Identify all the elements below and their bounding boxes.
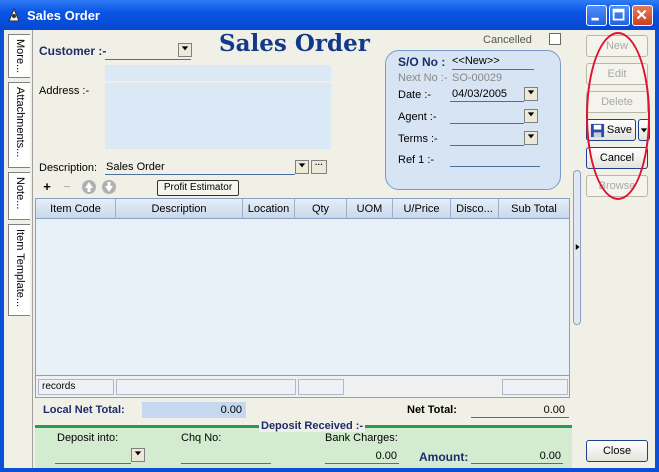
dropdown-arrow-icon — [527, 134, 535, 139]
column-header[interactable]: Item Code — [36, 199, 116, 219]
so-info-panel: S/O No : <<New>> Next No :- SO-00029 Dat… — [385, 50, 561, 190]
agent-input[interactable] — [450, 109, 524, 124]
close-icon[interactable] — [632, 5, 653, 26]
chq-no-input[interactable] — [181, 448, 271, 464]
footer-cell — [116, 379, 296, 395]
customer-label: Customer :- — [39, 44, 107, 58]
description-value: Sales Order — [106, 161, 165, 173]
date-value: 04/03/2005 — [452, 88, 508, 100]
tab-more-label: More... — [14, 39, 26, 74]
grid-header: Item Code Description Location Qty UOM U… — [36, 199, 569, 219]
main-form: Customer :- Address :- Description: Sale… — [32, 30, 576, 468]
terms-input[interactable] — [450, 131, 524, 146]
records-label: records — [38, 379, 114, 395]
tab-note[interactable]: Note... — [8, 172, 30, 220]
window-title: Sales Order — [27, 8, 100, 23]
footer-cell — [502, 379, 568, 395]
column-header[interactable]: UOM — [347, 199, 393, 219]
tab-more[interactable]: More... — [8, 34, 30, 78]
title-bar: Sales Order — [0, 0, 659, 30]
maximize-icon[interactable] — [609, 5, 630, 26]
address-label: Address :- — [39, 85, 90, 97]
dropdown-arrow-icon — [527, 112, 535, 117]
local-net-total-value: 0.00 — [142, 402, 246, 418]
column-header[interactable]: Qty — [295, 199, 347, 219]
description-input[interactable]: Sales Order — [105, 160, 295, 175]
deposit-into-label: Deposit into: — [57, 432, 119, 444]
tab-attachments[interactable]: Attachments... — [8, 82, 30, 168]
so-no-label: S/O No : — [398, 55, 446, 69]
date-input[interactable]: 04/03/2005 — [450, 87, 524, 102]
add-row-icon[interactable]: + — [39, 179, 55, 195]
column-header[interactable]: Disco... — [451, 199, 499, 219]
dropdown-arrow-icon — [527, 90, 535, 95]
agent-dropdown-button[interactable] — [524, 109, 538, 123]
terms-label: Terms :- — [398, 133, 438, 145]
tab-attachments-label: Attachments... — [14, 87, 26, 158]
bank-charges-label: Bank Charges: — [325, 432, 398, 444]
agent-label: Agent :- — [398, 111, 437, 123]
tab-note-label: Note... — [14, 177, 26, 210]
date-dropdown-button[interactable] — [524, 87, 538, 101]
grid-body[interactable] — [36, 219, 569, 375]
next-no-label: Next No :- — [398, 72, 448, 84]
next-no-value: SO-00029 — [452, 72, 503, 84]
description-label: Description: — [39, 162, 98, 174]
net-total-label: Net Total: — [407, 404, 457, 416]
profit-estimator-button[interactable]: Profit Estimator — [157, 180, 239, 196]
chq-no-label: Chq No: — [181, 432, 222, 444]
dropdown-arrow-icon — [298, 163, 306, 168]
amount-label: Amount: — [419, 450, 469, 464]
so-no-underline — [452, 56, 534, 70]
column-header[interactable]: Description — [116, 199, 243, 219]
items-grid: Item Code Description Location Qty UOM U… — [35, 198, 570, 398]
bank-charges-value[interactable]: 0.00 — [325, 448, 399, 464]
tab-item-template-label: Item Template... — [14, 229, 26, 308]
description-dropdown-button[interactable] — [295, 160, 309, 174]
net-total-value: 0.00 — [471, 402, 569, 418]
minimize-icon[interactable] — [586, 5, 607, 26]
deposit-heading: Deposit Received :- — [259, 420, 366, 432]
customer-name-field[interactable] — [105, 65, 331, 81]
dropdown-arrow-icon — [181, 46, 189, 51]
move-down-icon[interactable] — [101, 179, 117, 195]
grid-footer: records — [36, 375, 569, 397]
app-icon — [8, 7, 20, 22]
app-window: Sales Order More... Attachments... Note.… — [0, 0, 659, 472]
window-client: More... Attachments... Note... Item Temp… — [4, 30, 655, 468]
local-net-total-label: Local Net Total: — [43, 404, 125, 416]
action-panel: New Edit Delete Save Cancel Browse Close — [573, 30, 655, 468]
column-header[interactable]: Sub Total — [499, 199, 569, 219]
page-title: Sales Order — [219, 30, 370, 57]
cancelled-checkbox[interactable] — [549, 33, 561, 45]
column-header[interactable]: Location — [243, 199, 295, 219]
column-header[interactable]: U/Price — [393, 199, 451, 219]
dropdown-arrow-icon — [134, 451, 142, 456]
footer-cell — [298, 379, 344, 395]
deposit-into-dropdown-button[interactable] — [131, 448, 145, 462]
annotation-highlight — [586, 32, 650, 200]
tab-item-template[interactable]: Item Template... — [8, 224, 30, 316]
splitter-handle[interactable] — [573, 170, 581, 325]
terms-dropdown-button[interactable] — [524, 131, 538, 145]
move-up-icon[interactable] — [81, 179, 97, 195]
amount-value[interactable]: 0.00 — [471, 448, 563, 464]
ref1-input[interactable] — [450, 152, 540, 167]
close-button[interactable]: Close — [586, 440, 648, 462]
ref1-label: Ref 1 :- — [398, 154, 435, 166]
deposit-into-input[interactable] — [55, 448, 131, 464]
remove-row-icon[interactable]: − — [59, 179, 75, 195]
description-more-button[interactable]: ··· — [311, 160, 327, 174]
cancelled-label: Cancelled — [483, 34, 532, 46]
deposit-section: Deposit Received :- Deposit into: Chq No… — [35, 420, 572, 468]
date-label: Date :- — [398, 89, 432, 101]
customer-dropdown-button[interactable] — [178, 43, 192, 57]
address-field[interactable] — [105, 83, 331, 149]
